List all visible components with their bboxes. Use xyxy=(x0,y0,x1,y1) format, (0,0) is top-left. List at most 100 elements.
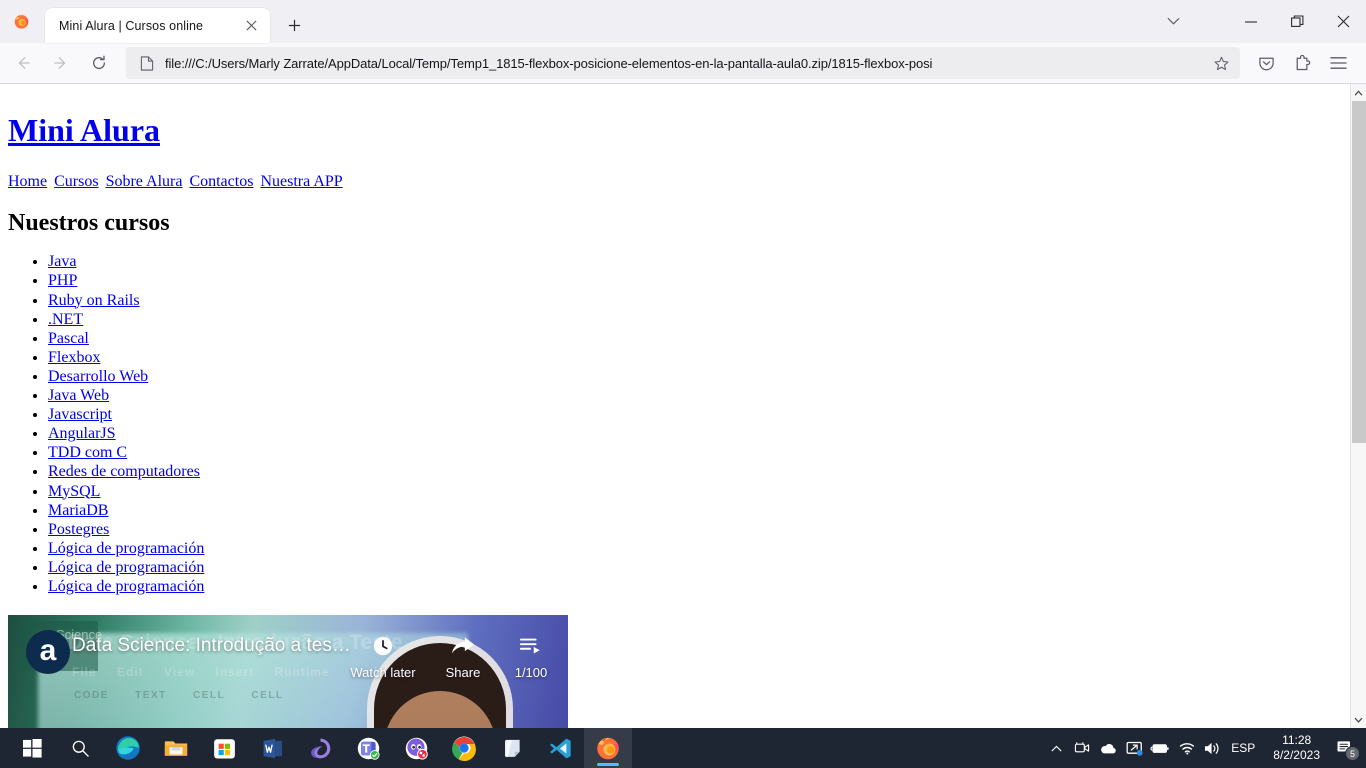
camera-icon[interactable] xyxy=(1069,728,1095,768)
new-tab-button[interactable] xyxy=(279,10,309,40)
list-item: Javascript xyxy=(48,405,1342,424)
taskbar-item-edge[interactable] xyxy=(104,728,152,768)
list-item: Lógica de programación xyxy=(48,577,1342,596)
course-link[interactable]: Postegres xyxy=(48,521,109,538)
browser-tab[interactable]: Mini Alura | Cursos online xyxy=(45,8,270,43)
list-item: PHP xyxy=(48,271,1342,290)
ghost-menu-item: Runtime xyxy=(274,665,330,680)
course-link[interactable]: Ruby on Rails xyxy=(48,292,140,309)
running-indicator xyxy=(597,763,619,766)
search-button[interactable] xyxy=(56,728,104,768)
taskbar-item-sticky-notes[interactable] xyxy=(488,728,536,768)
alura-logo-icon: a xyxy=(26,630,70,675)
close-tab-icon[interactable] xyxy=(240,15,262,37)
youtube-video-embed[interactable]: Science Data Science - Introdução a Test… xyxy=(8,615,568,728)
course-link[interactable]: Pascal xyxy=(48,330,89,347)
course-link[interactable]: MySQL xyxy=(48,483,100,500)
notification-center-button[interactable]: 5 xyxy=(1328,728,1362,768)
taskbar-item-firefox[interactable] xyxy=(584,728,632,768)
taskbar-item-vs-code[interactable] xyxy=(536,728,584,768)
course-link[interactable]: Lógica de programación xyxy=(48,540,204,557)
ghost-toolbar-item: CELL xyxy=(251,690,284,702)
course-link[interactable]: Javascript xyxy=(48,406,112,423)
course-link[interactable]: Java xyxy=(48,253,76,270)
course-link[interactable]: Desarrollo Web xyxy=(48,368,148,385)
app-menu-hamburger-icon[interactable] xyxy=(1322,47,1354,79)
playlist-indicator[interactable]: 1/100 xyxy=(500,633,562,680)
playlist-icon xyxy=(500,633,562,659)
close-window-button[interactable] xyxy=(1320,0,1366,43)
video-title[interactable]: Data Science: Introdução a tes… xyxy=(72,635,351,657)
scroll-down-icon[interactable] xyxy=(1351,711,1366,728)
clock-icon xyxy=(340,633,426,659)
wifi-icon[interactable] xyxy=(1173,728,1199,768)
taskbar-item-word[interactable] xyxy=(248,728,296,768)
scroll-up-icon[interactable] xyxy=(1351,84,1366,101)
course-link[interactable]: PHP xyxy=(48,272,77,289)
taskbar-item-office[interactable] xyxy=(296,728,344,768)
taskbar-item-microsoft-store[interactable] xyxy=(200,728,248,768)
list-item: Flexbox xyxy=(48,348,1342,367)
url-input[interactable]: file:///C:/Users/Marly Zarrate/AppData/L… xyxy=(165,56,1208,71)
url-bar[interactable]: file:///C:/Users/Marly Zarrate/AppData/L… xyxy=(126,47,1240,79)
nav-link-home[interactable]: Home xyxy=(8,173,47,190)
onedrive-icon[interactable] xyxy=(1095,728,1121,768)
list-item: Java Web xyxy=(48,386,1342,405)
list-item: Java xyxy=(48,252,1342,271)
volume-icon[interactable] xyxy=(1199,728,1225,768)
nav-link-sobre-alura[interactable]: Sobre Alura xyxy=(106,173,183,190)
ghost-toolbar-item: TEXT xyxy=(135,690,167,702)
navigation-toolbar: file:///C:/Users/Marly Zarrate/AppData/L… xyxy=(0,43,1366,83)
bookmark-star-icon[interactable] xyxy=(1208,50,1234,76)
start-button[interactable] xyxy=(8,728,56,768)
show-hidden-icons-chevron-icon[interactable] xyxy=(1043,728,1069,768)
clock-time: 11:28 xyxy=(1282,733,1312,747)
course-link[interactable]: TDD com C xyxy=(48,444,127,461)
course-link[interactable]: Redes de computadores xyxy=(48,463,200,480)
firefox-window: Mini Alura | Cursos online file:///C:/Us… xyxy=(0,0,1366,728)
notification-badge: 5 xyxy=(1345,746,1360,761)
page-scrollbar[interactable] xyxy=(1350,84,1366,728)
page-viewport: Mini Alura Home Cursos Sobre Alura Conta… xyxy=(0,84,1366,728)
course-link[interactable]: AngularJS xyxy=(48,425,116,442)
screen-share-icon[interactable] xyxy=(1121,728,1147,768)
minimize-button[interactable] xyxy=(1228,0,1274,43)
list-item: MySQL xyxy=(48,482,1342,501)
course-link[interactable]: Lógica de programación xyxy=(48,559,204,576)
watch-later-button[interactable]: Watch later xyxy=(340,633,426,680)
courses-list: Java PHP Ruby on Rails .NET Pascal Flexb… xyxy=(8,252,1342,596)
taskbar-item-file-explorer[interactable] xyxy=(152,728,200,768)
language-indicator[interactable]: ESP xyxy=(1225,741,1265,755)
clock[interactable]: 11:28 8/2/2023 xyxy=(1265,733,1328,763)
taskbar-item-chrome[interactable] xyxy=(440,728,488,768)
playlist-count-label: 1/100 xyxy=(514,665,548,681)
back-icon[interactable] xyxy=(6,47,40,79)
forward-icon[interactable] xyxy=(44,47,78,79)
list-all-tabs-icon[interactable] xyxy=(1150,0,1196,43)
alura-logo-letter: a xyxy=(39,634,57,668)
extensions-puzzle-icon[interactable] xyxy=(1286,47,1318,79)
scrollbar-thumb[interactable] xyxy=(1352,101,1366,443)
reload-icon[interactable] xyxy=(82,47,116,79)
taskbar-item-discord[interactable] xyxy=(392,728,440,768)
site-title-link[interactable]: Mini Alura xyxy=(8,112,160,148)
restore-button[interactable] xyxy=(1274,0,1320,43)
nav-link-cursos[interactable]: Cursos xyxy=(54,173,98,190)
course-link[interactable]: Flexbox xyxy=(48,349,100,366)
nav-link-nuestra-app[interactable]: Nuestra APP xyxy=(260,173,342,190)
course-link[interactable]: MariaDB xyxy=(48,502,108,519)
list-item: Postegres xyxy=(48,520,1342,539)
course-link[interactable]: Java Web xyxy=(48,387,109,404)
battery-icon[interactable] xyxy=(1147,728,1173,768)
taskbar-apps xyxy=(0,728,632,768)
course-link[interactable]: Lógica de programación xyxy=(48,578,204,595)
list-item: Redes de computadores xyxy=(48,462,1342,481)
pocket-icon[interactable] xyxy=(1250,47,1282,79)
tab-strip: Mini Alura | Cursos online xyxy=(0,0,1366,43)
course-link[interactable]: .NET xyxy=(48,311,83,328)
share-button[interactable]: Share xyxy=(428,633,498,680)
taskbar-item-teams[interactable] xyxy=(344,728,392,768)
page-document-icon xyxy=(138,54,156,72)
section-title: Nuestros cursos xyxy=(8,210,170,237)
nav-link-contactos[interactable]: Contactos xyxy=(189,173,253,190)
